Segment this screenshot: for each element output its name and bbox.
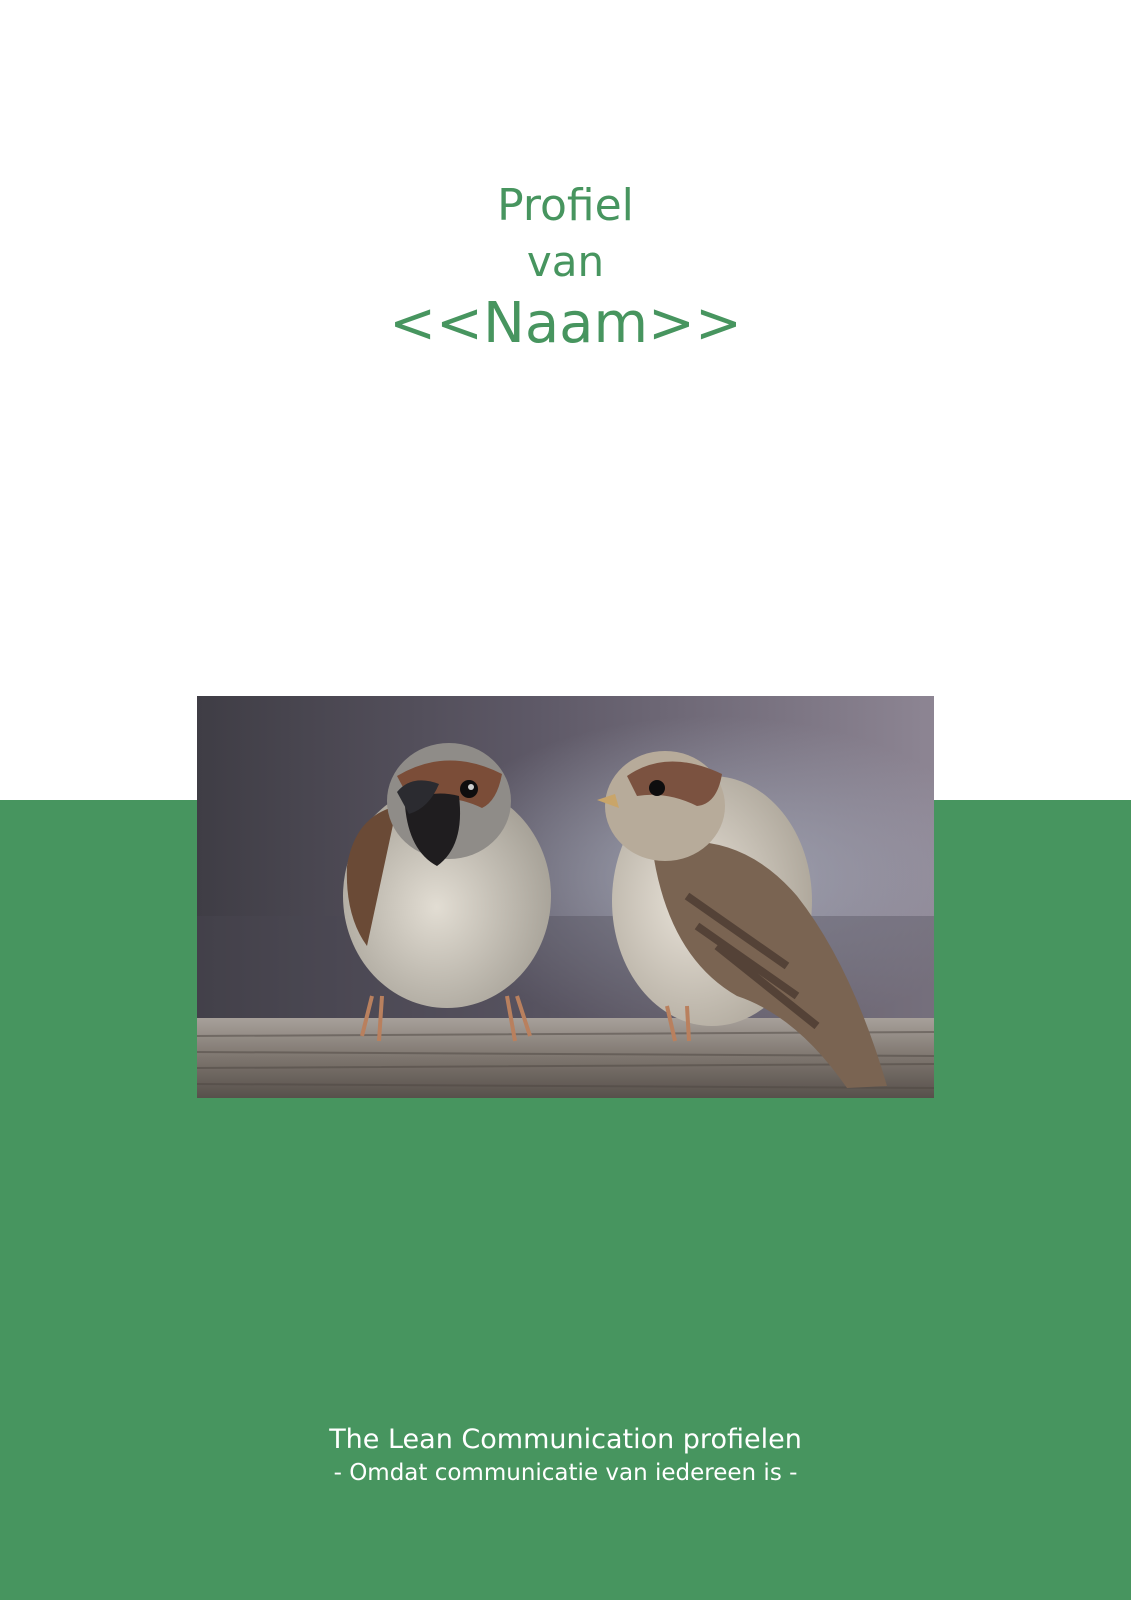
title-profiel: Profiel <box>497 180 634 231</box>
cover-title: Profiel van <<Naam>> <box>0 178 1131 362</box>
sparrows-photo <box>197 696 934 1098</box>
footer-title: The Lean Communication profielen <box>329 1424 802 1455</box>
footer: The Lean Communication profielen - Omdat… <box>0 1422 1131 1488</box>
title-name-placeholder: <<Naam>> <box>389 291 742 356</box>
sparrows-illustration <box>197 696 934 1098</box>
footer-tagline: - Omdat communicatie van iedereen is - <box>333 1460 798 1486</box>
title-van: van <box>526 237 605 286</box>
